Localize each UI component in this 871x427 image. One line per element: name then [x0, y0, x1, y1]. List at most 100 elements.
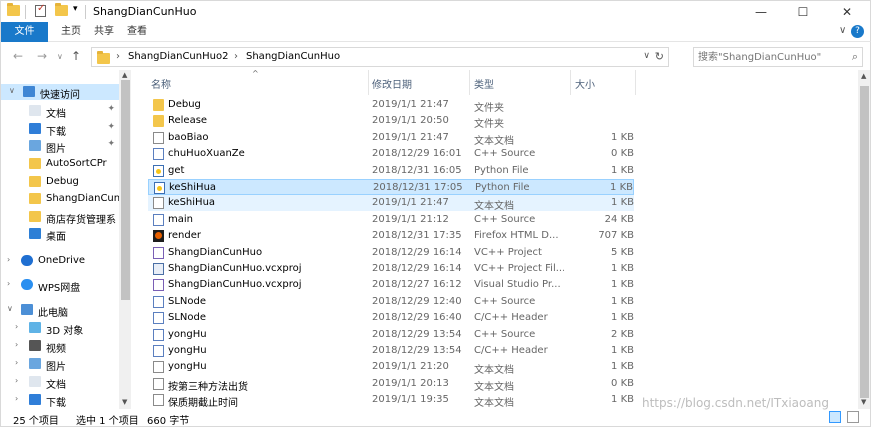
column-header-type[interactable]: 类型	[470, 70, 570, 95]
file-row[interactable]: keShiHua 2018/12/31 17:05 Python File 1 KB	[148, 179, 634, 195]
file-row[interactable]: ShangDianCunHuo.vcxproj 2018/12/27 16:12 V…	[148, 277, 634, 293]
expand-chevron-icon[interactable]: ∨	[7, 304, 13, 313]
sidebar-item-3[interactable]: 图片 ✦	[1, 138, 119, 155]
crumb-separator[interactable]: ›	[116, 51, 120, 62]
file-size: 1 KB	[611, 312, 634, 324]
address-bar[interactable]: › ShangDianCunHuo2 › ShangDianCunHuo ∨ ↻	[91, 47, 669, 67]
file-type: C/C++ Header	[474, 345, 548, 356]
file-type: Firefox HTML D...	[474, 230, 559, 242]
file-row[interactable]: SLNode 2018/12/29 12:40 C++ Source 1 KB	[148, 294, 634, 310]
refresh-icon[interactable]: ↻	[655, 50, 664, 63]
sidebar-item-5[interactable]: Debug	[1, 174, 119, 190]
sidebar-item-15[interactable]: › 文档	[1, 374, 119, 391]
details-view-icon[interactable]	[829, 411, 841, 423]
pin-icon[interactable]: ✦	[107, 104, 115, 114]
quick-access-dropdown-icon[interactable]: ▾	[73, 4, 78, 14]
scroll-down-icon[interactable]: ▼	[122, 398, 127, 406]
minimize-button[interactable]: —	[741, 1, 781, 23]
file-row[interactable]: baoBiao 2019/1/1 21:47 文本文档 1 KB	[148, 130, 634, 147]
file-row[interactable]: main 2019/1/1 21:12 C++ Source 24 KB	[148, 212, 634, 228]
window-title: ShangDianCunHuo	[93, 5, 197, 18]
sidebar-item-13[interactable]: › 视频	[1, 338, 119, 355]
help-icon[interactable]: ?	[851, 25, 864, 38]
file-row[interactable]: ShangDianCunHuo 2018/12/29 16:14 VC++ Proj…	[148, 245, 634, 261]
sidebar-item-16[interactable]: › 下载	[1, 392, 119, 409]
maximize-button[interactable]: ☐	[783, 1, 823, 23]
forward-button[interactable]: →	[37, 49, 47, 63]
expand-chevron-icon[interactable]: ›	[15, 394, 18, 403]
column-header-size[interactable]: 大小	[571, 70, 635, 95]
column-header-date[interactable]: 修改日期	[369, 70, 469, 95]
cpp-file-icon	[153, 328, 164, 341]
sidebar-item-6[interactable]: ShangDianCunH	[1, 191, 128, 207]
sidebar-item-10[interactable]: › WPS网盘	[1, 277, 119, 294]
file-row[interactable]: Debug 2019/1/1 21:47 文件夹	[148, 97, 634, 114]
sidebar-item-2[interactable]: 下载 ✦	[1, 121, 119, 138]
sidebar-item-0[interactable]: ∨ 快速访问	[1, 84, 119, 101]
new-folder-icon[interactable]	[55, 3, 68, 16]
file-row[interactable]: 按第三种方法出货 2019/1/1 20:13 文本文档 0 KB	[148, 376, 634, 393]
search-icon[interactable]: ⌕	[852, 50, 858, 64]
file-list-scroll-thumb[interactable]	[860, 86, 869, 398]
file-row[interactable]: ShangDianCunHuo.vcxproj 2018/12/29 16:14 V…	[148, 261, 634, 277]
expand-chevron-icon[interactable]: ›	[15, 358, 18, 367]
breadcrumb-shangdiancunhuo2[interactable]: ShangDianCunHuo2	[128, 51, 228, 62]
column-divider[interactable]	[635, 70, 636, 95]
sep	[25, 5, 26, 19]
file-row[interactable]: 保质期截止时间 2019/1/1 19:35 文本文档 1 KB	[148, 392, 634, 409]
scroll-up-icon[interactable]: ▲	[861, 72, 866, 80]
file-row[interactable]: chuHuoXuanZe 2018/12/29 16:01 C++ Source 0 …	[148, 146, 634, 162]
file-row[interactable]: SLNode 2018/12/29 16:40 C/C++ Header 1 KB	[148, 310, 634, 326]
tab-file[interactable]: 文件	[1, 22, 48, 42]
sidebar-item-11[interactable]: ∨ 此电脑	[1, 302, 119, 319]
search-box[interactable]: ⌕	[693, 47, 863, 67]
column-header-name[interactable]: 名称	[148, 70, 368, 95]
large-icons-view-icon[interactable]	[847, 411, 859, 423]
address-dropdown-icon[interactable]: ∨	[643, 51, 650, 61]
recent-locations-button[interactable]: ∨	[57, 52, 63, 61]
file-row[interactable]: render 2018/12/31 17:35 Firefox HTML D... 7…	[148, 228, 634, 244]
pin-icon[interactable]: ✦	[107, 122, 115, 132]
expand-chevron-icon[interactable]: ›	[15, 340, 18, 349]
pin-icon[interactable]: ✦	[107, 139, 115, 149]
tab-share[interactable]: 共享	[94, 22, 114, 42]
sidebar-item-7[interactable]: 商店存货管理系	[1, 209, 119, 226]
sidebar-item-4[interactable]: AutoSortCPr	[1, 156, 119, 172]
sidebar-item-9[interactable]: › OneDrive	[1, 253, 119, 269]
breadcrumb-shangdiancunhuo[interactable]: ShangDianCunHuo	[246, 51, 340, 62]
properties-icon[interactable]	[35, 3, 46, 17]
sidebar-item-12[interactable]: › 3D 对象	[1, 320, 119, 337]
crumb-separator[interactable]: ›	[234, 51, 238, 62]
expand-ribbon-icon[interactable]: ∨	[839, 25, 846, 36]
expand-chevron-icon[interactable]: ›	[7, 255, 10, 264]
expand-chevron-icon[interactable]: ›	[7, 279, 10, 288]
sidebar-item-14[interactable]: › 图片	[1, 356, 119, 373]
back-button[interactable]: ←	[13, 49, 23, 63]
file-row[interactable]: yongHu 2018/12/29 13:54 C/C++ Header 1 KB	[148, 343, 634, 359]
file-name: get	[168, 164, 185, 176]
tab-view[interactable]: 查看	[127, 22, 147, 42]
sidebar-item-label: 商店存货管理系	[46, 215, 116, 226]
up-button[interactable]: ↑	[71, 49, 81, 63]
sidebar-item-1[interactable]: 文档 ✦	[1, 103, 119, 120]
sidebar-item-label: 下载	[46, 127, 66, 138]
file-list-scrollbar[interactable]: ▲ ▼	[858, 70, 871, 409]
file-row[interactable]: Release 2019/1/1 20:50 文件夹	[148, 113, 634, 130]
scroll-down-icon[interactable]: ▼	[861, 398, 866, 406]
file-row[interactable]: yongHu 2019/1/1 21:20 文本文档 1 KB	[148, 359, 634, 376]
sidebar-item-8[interactable]: 桌面	[1, 226, 119, 243]
file-row[interactable]: keShiHua 2019/1/1 21:47 文本文档 1 KB	[148, 195, 634, 212]
expand-chevron-icon[interactable]: ›	[15, 322, 18, 331]
ribbon: 文件 主页 共享 查看 ∨ ?	[0, 22, 871, 42]
file-type: Python File	[475, 182, 530, 193]
file-row[interactable]: yongHu 2018/12/29 13:54 C++ Source 2 KB	[148, 327, 634, 343]
search-input[interactable]	[694, 48, 844, 66]
close-button[interactable]: ✕	[827, 1, 867, 23]
file-row[interactable]: get 2018/12/31 16:05 Python File 1 KB	[148, 163, 634, 179]
tab-home[interactable]: 主页	[61, 22, 81, 42]
sidebar-scrollbar[interactable]: ▲ ▼	[119, 70, 131, 409]
scroll-up-icon[interactable]: ▲	[122, 71, 127, 79]
expand-chevron-icon[interactable]: ›	[15, 376, 18, 385]
sidebar-scroll-thumb[interactable]	[121, 80, 130, 300]
expand-chevron-icon[interactable]: ∨	[9, 86, 15, 95]
